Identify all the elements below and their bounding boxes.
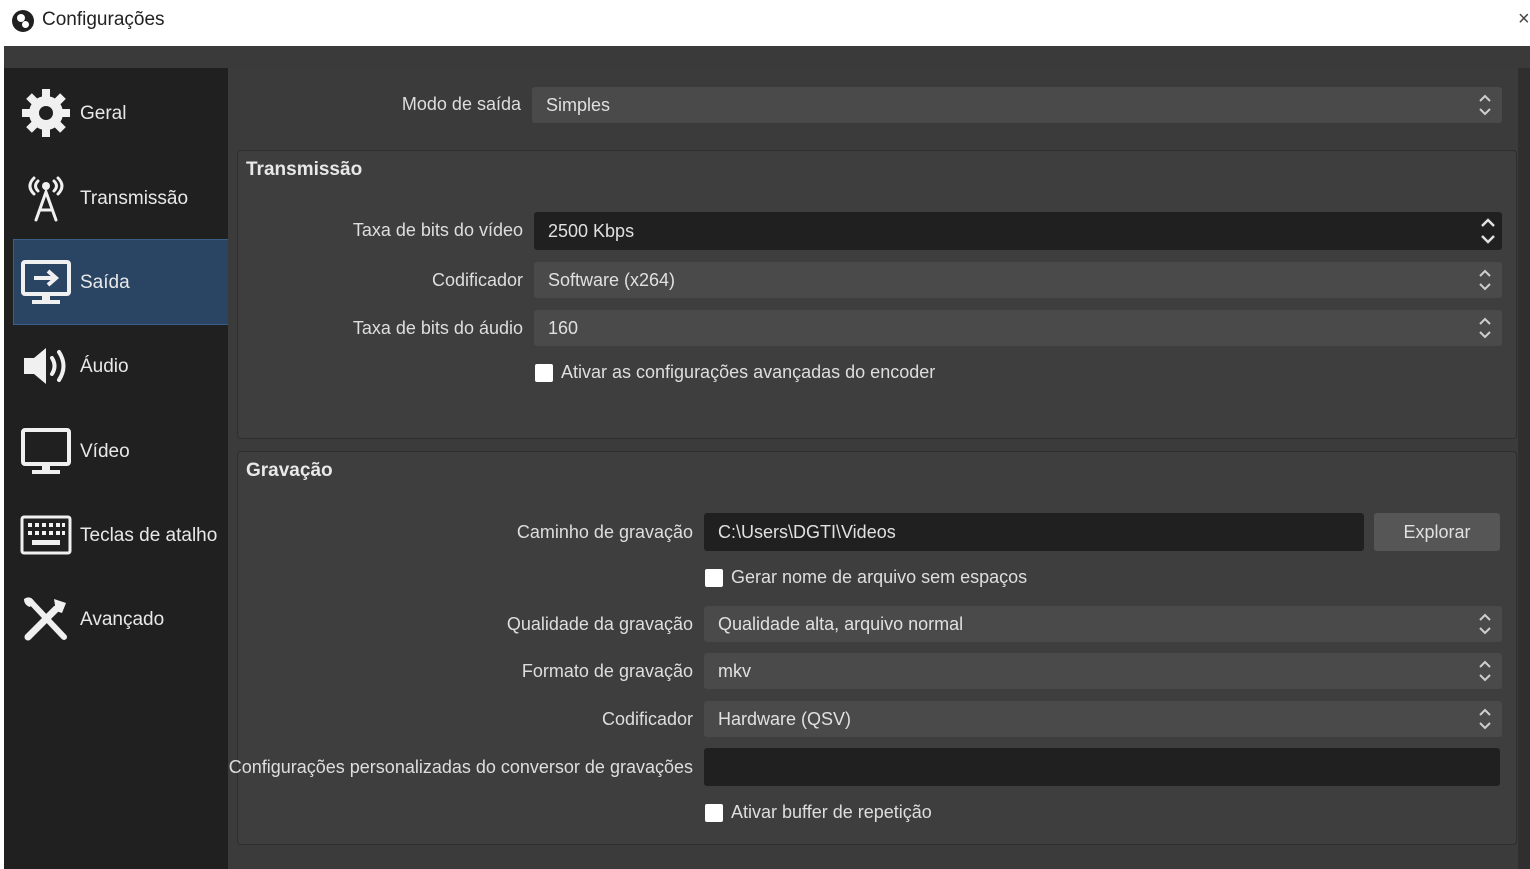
muxer-settings-input[interactable] — [704, 748, 1500, 786]
browse-button[interactable]: Explorar — [1374, 513, 1500, 551]
chevron-updown-icon — [1479, 708, 1491, 730]
video-bitrate-value: 2500 Kbps — [548, 221, 635, 241]
recording-quality-label: Qualidade da gravação — [506, 614, 693, 634]
scrollbar[interactable] — [1518, 68, 1530, 869]
advanced-encoder-checkbox[interactable] — [535, 364, 553, 382]
advanced-encoder-label: Ativar as configurações avançadas do enc… — [561, 362, 936, 382]
tools-icon — [24, 597, 67, 641]
audio-bitrate-label: Taxa de bits do áudio — [352, 318, 523, 338]
output-icon — [21, 260, 71, 304]
chevron-updown-icon — [1479, 660, 1491, 682]
title-bar: Configurações × — [0, 0, 1530, 46]
recording-path-label: Caminho de gravação — [516, 522, 693, 542]
output-mode-select[interactable]: Simples — [532, 87, 1502, 123]
muxer-settings-label: Configurações personalizadas do converso… — [228, 757, 693, 777]
sidebar-item-saida[interactable]: Saída — [13, 239, 229, 325]
sidebar-item-teclas-de-atalho[interactable]: Teclas de atalho — [14, 493, 228, 577]
sidebar-item-label: Teclas de atalho — [80, 525, 218, 546]
no-spaces-checkbox[interactable] — [705, 569, 723, 587]
recording-encoder-label: Codificador — [601, 709, 693, 729]
obs-logo-icon — [12, 10, 34, 32]
sidebar-item-label: Áudio — [80, 356, 129, 377]
output-mode-value: Simples — [546, 95, 611, 115]
stream-encoder-label: Codificador — [431, 270, 523, 290]
sidebar-item-audio[interactable]: Áudio — [14, 324, 228, 408]
monitor-icon — [21, 428, 71, 474]
chevron-updown-icon — [1479, 317, 1491, 339]
sidebar-item-label: Avançado — [80, 609, 165, 630]
audio-bitrate-select[interactable]: 160 — [534, 310, 1502, 346]
audio-bitrate-value: 160 — [548, 318, 579, 338]
recording-quality-value: Qualidade alta, arquivo normal — [718, 614, 964, 634]
output-mode-label: Modo de saída — [401, 94, 521, 114]
recording-path-input[interactable]: C:\Users\DGTI\Videos — [704, 513, 1364, 551]
recording-quality-select[interactable]: Qualidade alta, arquivo normal — [704, 606, 1502, 642]
keyboard-icon — [20, 515, 72, 555]
sidebar-item-label: Vídeo — [80, 441, 130, 462]
replay-buffer-checkbox[interactable] — [705, 804, 723, 822]
streaming-group-title: Transmissão — [246, 159, 363, 180]
sidebar-item-video[interactable]: Vídeo — [14, 409, 228, 493]
video-bitrate-spinbox[interactable]: 2500 Kbps — [534, 212, 1502, 250]
recording-encoder-value: Hardware (QSV) — [718, 709, 852, 729]
chevron-updown-icon — [1479, 94, 1491, 116]
stream-encoder-value: Software (x264) — [548, 270, 676, 290]
speaker-icon — [24, 348, 66, 384]
sidebar-item-geral[interactable]: Geral — [14, 71, 228, 155]
no-spaces-label: Gerar nome de arquivo sem espaços — [731, 567, 1028, 587]
recording-encoder-select[interactable]: Hardware (QSV) — [704, 701, 1502, 737]
spin-arrows-icon[interactable] — [1476, 214, 1500, 248]
sidebar-item-avancado[interactable]: Avançado — [14, 577, 228, 661]
replay-buffer-label: Ativar buffer de repetição — [731, 802, 932, 822]
window-title: Configurações — [42, 9, 165, 30]
gear-icon — [22, 89, 70, 137]
recording-group-title: Gravação — [246, 460, 333, 481]
recording-path-value: C:\Users\DGTI\Videos — [718, 522, 896, 542]
stream-encoder-select[interactable]: Software (x264) — [534, 262, 1502, 298]
sidebar-item-label: Geral — [80, 103, 127, 124]
video-bitrate-label: Taxa de bits do vídeo — [352, 220, 523, 240]
sidebar-item-transmissao[interactable]: Transmissão — [14, 156, 228, 240]
recording-format-label: Formato de gravação — [521, 661, 693, 681]
sidebar: Geral Transmissão Saída Áudio Vídeo Tecl… — [4, 68, 229, 869]
recording-format-select[interactable]: mkv — [704, 653, 1502, 689]
antenna-icon — [28, 176, 64, 222]
recording-format-value: mkv — [718, 661, 751, 681]
sidebar-item-label: Transmissão — [80, 188, 189, 209]
chevron-updown-icon — [1479, 613, 1491, 635]
close-button[interactable]: × — [1518, 8, 1530, 31]
sidebar-item-label: Saída — [80, 272, 130, 293]
chevron-updown-icon — [1479, 269, 1491, 291]
